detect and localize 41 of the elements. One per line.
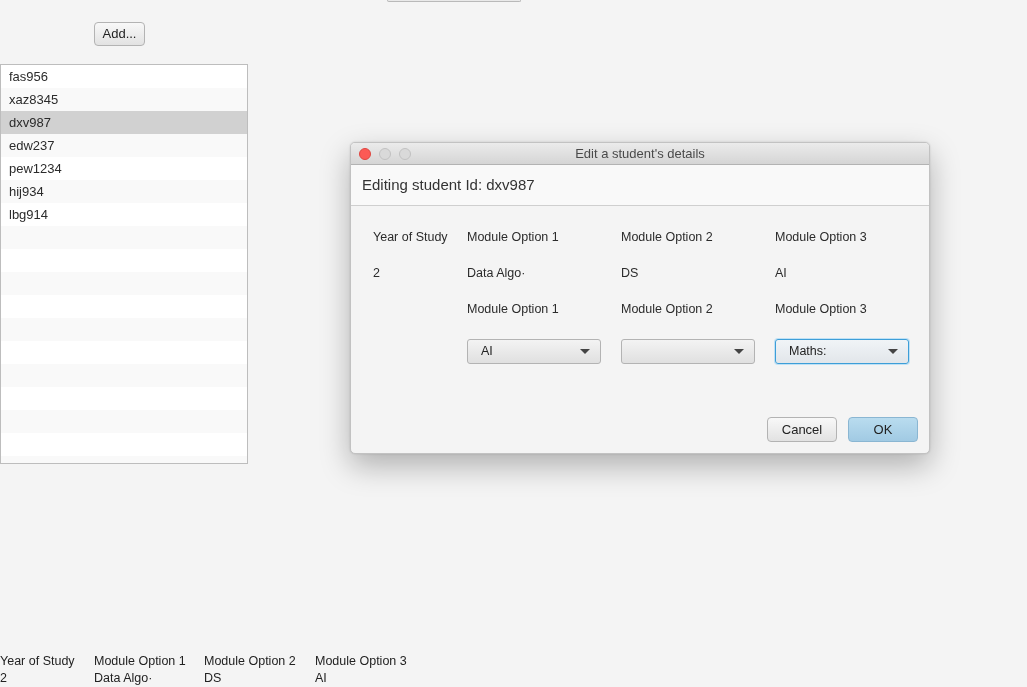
dropdown[interactable]: AI: [467, 338, 601, 364]
window-title: Edit a student's details: [575, 145, 705, 163]
list-item[interactable]: hij934: [1, 180, 247, 203]
list-item[interactable]: pew1234: [1, 157, 247, 180]
dropdown[interactable]: Maths:: [775, 338, 909, 364]
dropdown[interactable]: [621, 338, 755, 364]
circle-icon[interactable]: [399, 148, 411, 160]
field-value: Data Algo·: [467, 264, 526, 282]
caret-icon: [888, 348, 898, 354]
field-label: Module Option 2: [621, 228, 713, 246]
list-item[interactable]: dxv987: [1, 111, 247, 134]
caret-icon: [734, 348, 744, 354]
list-item[interactable]: xaz8345: [1, 88, 247, 111]
field-label: Module Option 3: [775, 300, 867, 318]
column-heading: Module Option 1: [94, 653, 187, 670]
column-value: DS: [204, 670, 223, 687]
button-edge[interactable]: [387, 0, 521, 2]
field-label: Module Option 2: [621, 300, 713, 318]
field-value: AI: [775, 264, 787, 282]
field-label: Module Option 3: [775, 228, 867, 246]
list-item[interactable]: edw237: [1, 134, 247, 157]
ok-button[interactable]: OK: [848, 417, 918, 442]
field-value: DS: [621, 264, 639, 282]
column-value: AI: [315, 670, 328, 687]
column-heading: Module Option 2: [204, 653, 297, 670]
cancel-button[interactable]: Cancel: [767, 417, 837, 442]
list-item[interactable]: lbg914: [1, 203, 247, 226]
list-item[interactable]: fas956: [1, 65, 247, 88]
column-heading: Module Option 3: [315, 653, 408, 670]
field-label: Module Option 1: [467, 300, 559, 318]
field-value: 2: [373, 264, 380, 282]
field-label: Module Option 1: [467, 228, 559, 246]
dialog-heading: Editing student Id: dxv987: [362, 174, 535, 195]
column-value: Data Algo·: [94, 670, 154, 687]
circle-icon[interactable]: [379, 148, 391, 160]
column-heading: Year of Study: [0, 653, 76, 670]
close-icon[interactable]: [359, 148, 371, 160]
add-button[interactable]: Add...: [94, 22, 145, 46]
field-label: Year of Study: [373, 228, 448, 246]
caret-icon: [580, 348, 590, 354]
column-value: 2: [0, 670, 8, 687]
